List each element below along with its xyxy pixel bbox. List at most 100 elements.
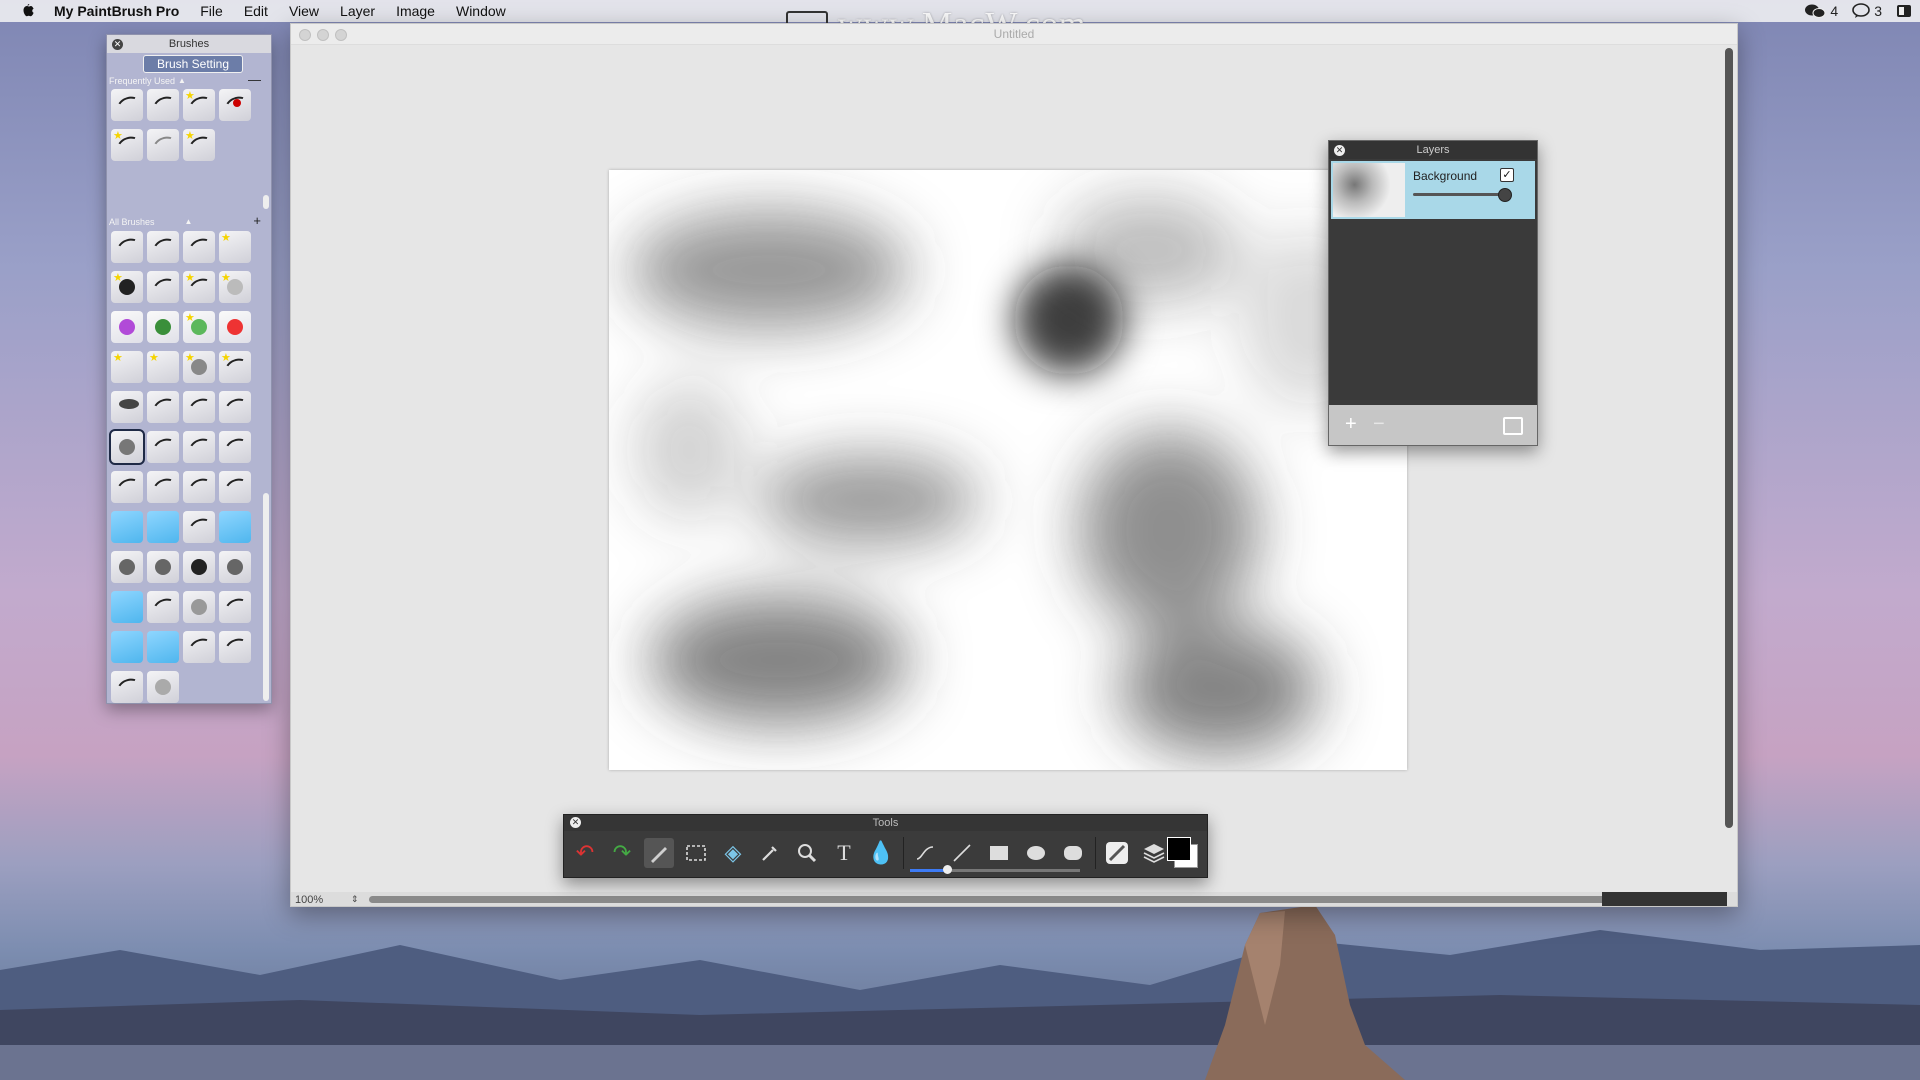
brush-item[interactable] <box>147 511 179 543</box>
menu-file[interactable]: File <box>200 3 223 19</box>
all-brushes-scrollbar[interactable] <box>263 493 269 701</box>
brush-item[interactable] <box>147 271 179 303</box>
brush-size-slider[interactable] <box>910 865 1080 874</box>
brush-item[interactable]: ★ <box>183 89 215 121</box>
brush-item[interactable] <box>111 631 143 663</box>
brush-item[interactable] <box>183 431 215 463</box>
add-brush-icon[interactable]: + <box>253 213 261 228</box>
menu-window[interactable]: Window <box>456 3 506 19</box>
messages-icon[interactable] <box>1852 3 1871 19</box>
rounded-rect-icon[interactable] <box>1058 838 1088 868</box>
menu-view[interactable]: View <box>289 3 319 19</box>
menu-edit[interactable]: Edit <box>244 3 268 19</box>
brush-item[interactable] <box>147 311 179 343</box>
text-tool-icon[interactable]: T <box>829 838 859 868</box>
brush-item[interactable] <box>147 551 179 583</box>
menu-app-name[interactable]: My PaintBrush Pro <box>54 3 179 19</box>
brush-item[interactable] <box>147 631 179 663</box>
sort-arrow-icon[interactable]: ▲ <box>178 76 186 86</box>
all-brushes-header[interactable]: All Brushes ▲ + <box>109 213 267 228</box>
brush-item[interactable] <box>219 311 251 343</box>
brush-item[interactable] <box>219 431 251 463</box>
undo-icon[interactable]: ↶ <box>570 838 600 868</box>
wechat-icon[interactable] <box>1804 3 1826 19</box>
brush-item[interactable] <box>111 551 143 583</box>
collapse-icon[interactable]: — <box>248 72 261 87</box>
brushes-panel-titlebar[interactable]: ✕ Brushes <box>107 35 271 53</box>
layer-image-icon[interactable] <box>1503 417 1523 435</box>
notification-center-icon[interactable] <box>1896 4 1912 18</box>
window-titlebar[interactable]: Untitled <box>291 24 1737 45</box>
brush-item[interactable] <box>111 311 143 343</box>
brush-item[interactable] <box>147 231 179 263</box>
layer-visibility-checkbox[interactable]: ✓ <box>1500 168 1514 182</box>
brush-item[interactable] <box>219 631 251 663</box>
brush-item[interactable] <box>147 671 179 703</box>
brush-item[interactable]: ★ <box>219 231 251 263</box>
frequently-used-header[interactable]: Frequently Used ▲ — <box>109 72 267 87</box>
color-swatch[interactable] <box>1167 837 1198 868</box>
tools-panel-titlebar[interactable]: ✕ Tools <box>564 815 1207 831</box>
foreground-color[interactable] <box>1167 837 1191 861</box>
brush-item[interactable] <box>183 551 215 583</box>
layers-icon[interactable] <box>1139 838 1169 868</box>
brush-tool-icon[interactable] <box>644 838 674 868</box>
brush-select-icon[interactable] <box>1102 838 1132 868</box>
horizontal-scrollbar[interactable] <box>369 896 1609 903</box>
redo-icon[interactable]: ↷ <box>607 838 637 868</box>
eyedropper-icon[interactable] <box>755 838 785 868</box>
water-drop-icon[interactable]: 💧 <box>866 838 896 868</box>
menu-image[interactable]: Image <box>396 3 435 19</box>
brush-item[interactable] <box>219 551 251 583</box>
layers-close-icon[interactable]: ✕ <box>1334 145 1345 156</box>
brushes-close-icon[interactable]: ✕ <box>112 39 123 50</box>
brush-item[interactable]: ★ <box>183 351 215 383</box>
brush-item[interactable] <box>183 471 215 503</box>
brush-size-knob[interactable] <box>943 865 953 874</box>
brush-item[interactable]: ★ <box>111 351 143 383</box>
brush-item[interactable] <box>147 591 179 623</box>
layer-row-background[interactable]: Background ✓ <box>1331 161 1535 219</box>
ellipse-icon[interactable] <box>1021 838 1051 868</box>
brush-item[interactable] <box>219 471 251 503</box>
brush-item[interactable]: ★ <box>219 271 251 303</box>
brush-item-selected[interactable] <box>109 429 145 465</box>
brush-item[interactable] <box>147 89 179 121</box>
brush-item[interactable]: ★ <box>111 271 143 303</box>
opacity-slider-knob[interactable] <box>1498 188 1513 202</box>
brush-item[interactable] <box>111 89 143 121</box>
layer-opacity-slider[interactable] <box>1413 188 1513 202</box>
brush-item[interactable] <box>111 511 143 543</box>
brush-item[interactable]: ★ <box>183 129 215 161</box>
apple-icon[interactable] <box>20 3 36 19</box>
brush-item[interactable]: ★ <box>183 311 215 343</box>
fill-bucket-icon[interactable]: ◈ <box>718 838 748 868</box>
brush-item[interactable]: ★ <box>147 351 179 383</box>
add-layer-button[interactable]: + <box>1345 413 1357 436</box>
menu-layer[interactable]: Layer <box>340 3 375 19</box>
brush-item[interactable] <box>147 129 179 161</box>
brush-item[interactable] <box>111 591 143 623</box>
brush-item[interactable] <box>183 631 215 663</box>
brush-item[interactable] <box>147 391 179 423</box>
zoom-level[interactable]: 100% <box>295 894 323 906</box>
rectangle-icon[interactable] <box>984 838 1014 868</box>
line-icon[interactable] <box>947 838 977 868</box>
brush-item[interactable] <box>147 471 179 503</box>
brush-item[interactable]: ★ <box>219 351 251 383</box>
zoom-icon[interactable] <box>792 838 822 868</box>
brush-item[interactable] <box>111 471 143 503</box>
brush-setting-button[interactable]: Brush Setting <box>143 55 243 73</box>
painting-canvas[interactable] <box>609 170 1407 770</box>
brush-item[interactable] <box>219 391 251 423</box>
sort-arrow-icon[interactable]: ▲ <box>185 217 193 227</box>
layers-panel-titlebar[interactable]: ✕ Layers <box>1329 141 1537 159</box>
frequently-used-scrollbar[interactable] <box>263 195 269 209</box>
brush-item[interactable] <box>111 391 143 423</box>
brush-item[interactable] <box>219 89 251 121</box>
vertical-scrollbar[interactable] <box>1725 48 1733 828</box>
brush-item[interactable] <box>183 231 215 263</box>
tools-close-icon[interactable]: ✕ <box>570 817 581 828</box>
brush-item[interactable] <box>219 511 251 543</box>
brush-item[interactable] <box>147 431 179 463</box>
